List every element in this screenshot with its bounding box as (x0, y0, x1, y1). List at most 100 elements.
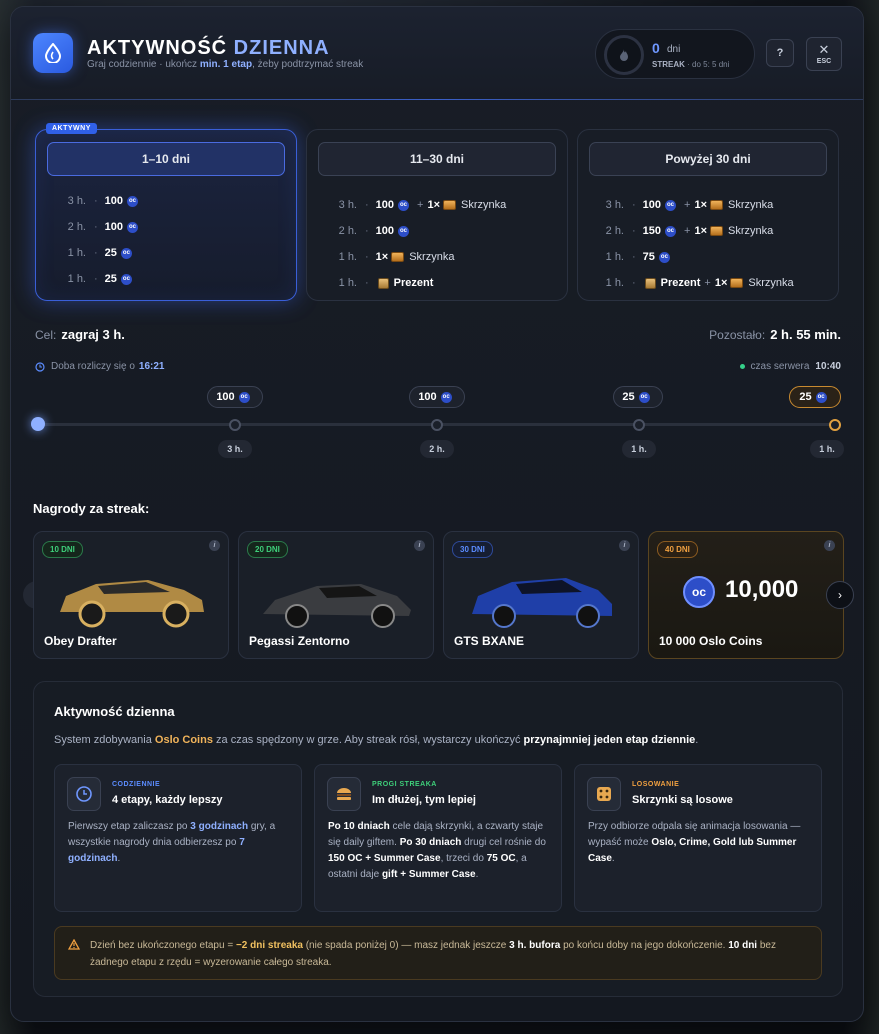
chest-icon (391, 252, 405, 262)
feature-card-random: LOSOWANIE Skrzynki są losowe Przy odbior… (574, 764, 822, 912)
flame-icon (604, 35, 644, 75)
remaining-time: Pozostało: 2 h. 55 min. (709, 327, 841, 342)
milestone-node (431, 419, 443, 431)
tier-card-11-30[interactable]: 11–30 dni 3 h. · 100 oc +1× Skrzynka 2 h. · 100… (306, 129, 568, 301)
tier-row: 2 h. · 150 oc +1× Skrzynka (605, 225, 774, 237)
info-title: Aktywność dzienna (54, 704, 175, 719)
tier-row: 2 h. · 100 oc (67, 221, 139, 233)
tier-card-30-plus[interactable]: Powyżej 30 dni 3 h. · 100 oc +1× Skrzynka 2 h… (577, 129, 839, 301)
oslo-coin-icon: oc (127, 195, 139, 207)
goal-label: Cel: zagraj 3 h. (35, 327, 125, 342)
oslo-coin-icon: oc (440, 391, 452, 403)
warning-text: Dzień bez ukończonego etapu = −2 dni str… (90, 940, 776, 968)
oslo-coin-icon: oc (683, 576, 715, 608)
reward-name: 10 000 Oslo Coins (659, 634, 763, 648)
tier-row: 1 h. · 75 oc (605, 251, 670, 263)
tier-row: 1 h. · 25 oc (67, 247, 132, 259)
feature-body: Po 10 dniach cele dają skrzynki, a czwar… (328, 821, 546, 880)
tier-row: 1 h. · Prezent (338, 277, 434, 289)
tier-row: 2 h. · 100 oc (338, 225, 410, 237)
page-title: AKTYWNOŚĆ DZIENNA (87, 37, 330, 59)
milestone-reward: 25 oc (789, 386, 841, 408)
feature-body: Pierwszy etap zaliczasz po 3 godzinach g… (68, 821, 276, 864)
tier-card-1-10[interactable]: AKTYWNY 1–10 dni 3 h. · 100 oc 2 h. · 100 oc 1… (35, 123, 297, 301)
online-dot-icon (739, 364, 745, 369)
feature-category: CODZIENNIE (112, 781, 161, 788)
reward-day-badge: 40 DNI (657, 541, 698, 558)
info-panel: Aktywność dzienna System zdobywania Oslo… (33, 681, 843, 997)
warning-banner: Dzień bez ukończonego etapu = −2 dni str… (54, 926, 822, 980)
clock-icon (67, 777, 101, 811)
tier-row: 3 h. · 100 oc (67, 195, 139, 207)
oslo-coin-icon: oc (665, 199, 677, 211)
oslo-coin-icon: oc (120, 247, 132, 259)
car-image (60, 580, 204, 628)
streak-reward-card[interactable]: 20 DNI i Pegassi Zentorno (238, 531, 434, 659)
reward-name: Obey Drafter (44, 634, 117, 648)
reward-day-badge: 30 DNI (452, 541, 493, 558)
burger-icon (327, 777, 361, 811)
chest-icon (730, 278, 744, 288)
tier-title: 1–10 dni (47, 142, 285, 176)
milestone-node-current (829, 419, 841, 431)
info-icon[interactable]: i (414, 540, 425, 551)
reward-name: Pegassi Zentorno (249, 634, 350, 648)
close-button[interactable]: ✕ ESC (806, 37, 842, 71)
clock-icon (35, 361, 45, 372)
milestone-duration: 1 h. (810, 440, 844, 458)
esc-label: ESC (816, 57, 832, 65)
feature-heading: 4 etapy, każdy lepszy (112, 794, 223, 806)
info-icon[interactable]: i (824, 540, 835, 551)
oslo-coin-icon: oc (398, 199, 410, 211)
info-icon[interactable]: i (209, 540, 220, 551)
gift-icon (644, 277, 656, 289)
active-badge: AKTYWNY (46, 123, 97, 134)
chevron-right-icon: › (838, 588, 842, 602)
chest-icon (710, 226, 724, 236)
feature-heading: Im dłużej, tym lepiej (372, 794, 476, 806)
tier-row: 1 h. · Prezent +1× Skrzynka (605, 277, 794, 289)
info-icon[interactable]: i (619, 540, 630, 551)
warning-icon (68, 939, 80, 950)
chest-icon (710, 200, 724, 210)
oslo-coin-icon: oc (398, 225, 410, 237)
feature-category: PROGI STREAKA (372, 781, 437, 788)
tier-title: Powyżej 30 dni (589, 142, 827, 176)
tier-row: 1 h. · 25 oc (67, 273, 132, 285)
tier-row: 3 h. · 100 oc +1× Skrzynka (605, 199, 774, 211)
gift-icon (377, 277, 389, 289)
reward-day-badge: 20 DNI (247, 541, 288, 558)
drop-icon (33, 33, 73, 73)
coin-amount: 10,000 (725, 576, 799, 603)
feature-category: LOSOWANIE (632, 781, 680, 788)
dice-icon (587, 777, 621, 811)
streak-reward-card[interactable]: 40 DNI i oc 10,000 10 000 Oslo Coins (648, 531, 844, 659)
day-reset-info: Doba rozliczy się o 16:21 (35, 361, 165, 372)
streak-reward-card[interactable]: 30 DNI i GTS BXANE (443, 531, 639, 659)
reward-name: GTS BXANE (454, 634, 525, 648)
streak-rewards-title: Nagrody za streak: (33, 501, 150, 516)
feature-card-daily: CODZIENNIE 4 etapy, każdy lepszy Pierwsz… (54, 764, 302, 912)
streak-indicator: 0 dni STREAK · do 5: 5 dni (595, 29, 755, 79)
oslo-coin-icon: oc (638, 391, 650, 403)
streak-value: 0 (652, 40, 660, 56)
modal-header: AKTYWNOŚĆ DZIENNA Graj codziennie · ukoń… (11, 7, 863, 100)
milestone-node (633, 419, 645, 431)
carousel-next-button[interactable]: › (826, 581, 854, 609)
streak-unit: dni (667, 44, 681, 55)
milestone-reward: 25 oc (613, 386, 663, 408)
chest-icon (443, 200, 457, 210)
car-image (263, 584, 411, 628)
oslo-coin-icon: oc (665, 225, 677, 237)
milestone-duration: 1 h. (622, 440, 656, 458)
reward-day-badge: 10 DNI (42, 541, 83, 558)
oslo-coin-icon: oc (238, 391, 250, 403)
server-time: czas serwera 10:40 (739, 361, 841, 372)
info-description: System zdobywania Oslo Coins za czas spę… (54, 734, 699, 746)
close-icon: ✕ (818, 41, 830, 57)
streak-reward-card[interactable]: 10 DNI i Obey Drafter (33, 531, 229, 659)
help-button[interactable]: ? (766, 39, 794, 67)
daily-activity-modal: AKTYWNOŚĆ DZIENNA Graj codziennie · ukoń… (10, 6, 864, 1022)
milestone-duration: 2 h. (420, 440, 454, 458)
tier-title: 11–30 dni (318, 142, 556, 176)
